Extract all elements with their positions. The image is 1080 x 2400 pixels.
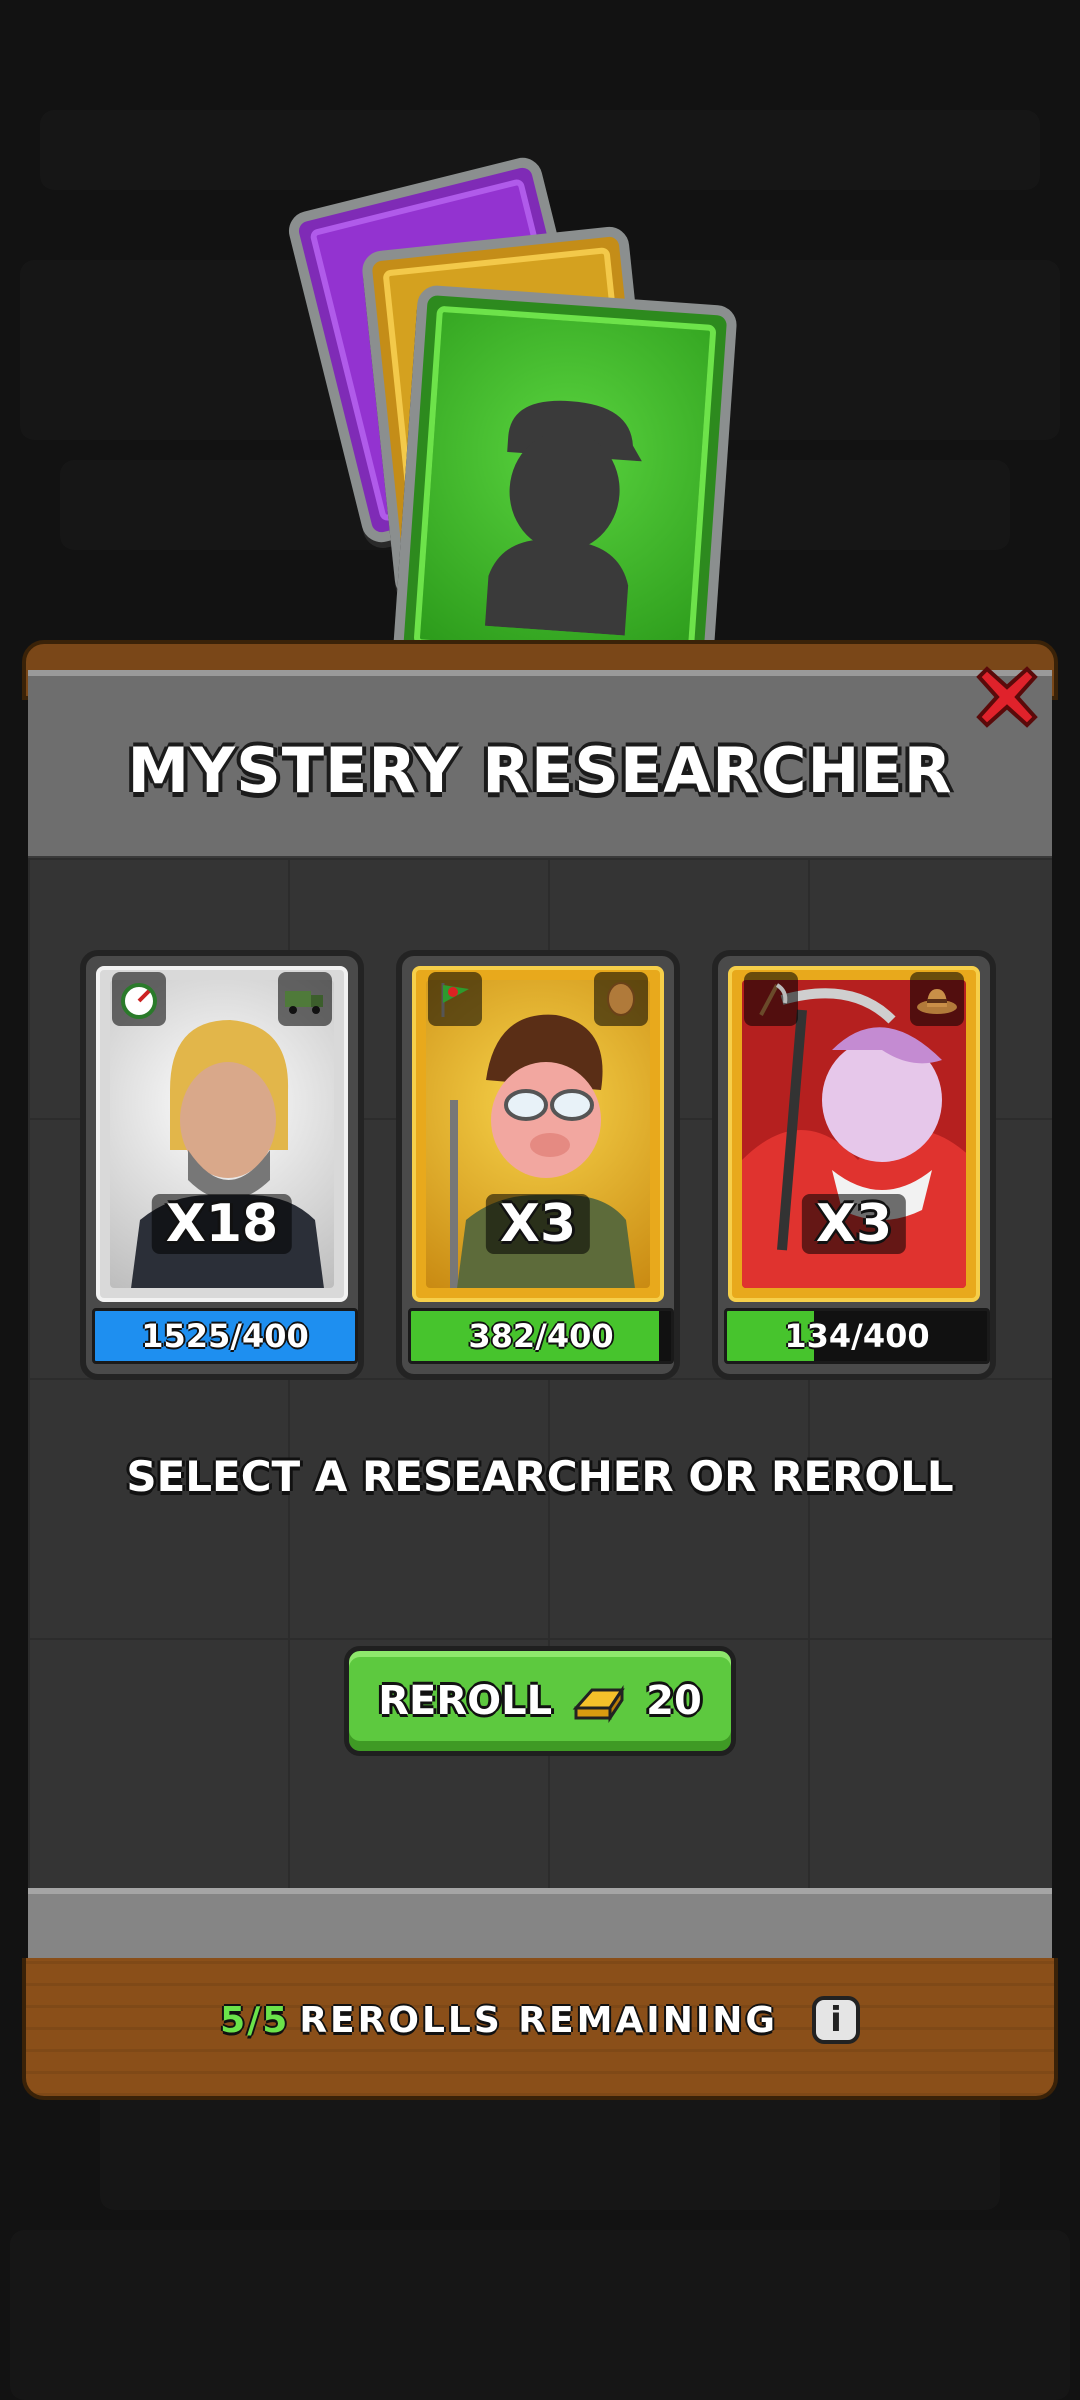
modal-title: MYSTERY RESEARCHER bbox=[127, 734, 953, 807]
rerolls-count: 5/5 bbox=[220, 1999, 290, 2041]
info-button[interactable]: i bbox=[811, 1996, 860, 2044]
researcher-card-1[interactable]: X18 1525/400 bbox=[80, 950, 364, 1380]
researcher-multiplier: X3 bbox=[801, 1194, 907, 1254]
researcher-card-2[interactable]: X3 382/400 bbox=[396, 950, 680, 1380]
researcher-progress-text: 382/400 bbox=[468, 1317, 614, 1355]
researcher-progress-bar: 134/400 bbox=[724, 1308, 990, 1364]
potato-icon bbox=[594, 972, 648, 1026]
info-icon: i bbox=[830, 2000, 842, 2040]
reroll-button[interactable]: REROLL 20 bbox=[344, 1646, 736, 1756]
mystery-researcher-modal: MYSTERY RESEARCHER X18 1525/400 X3 382/4… bbox=[22, 640, 1058, 2100]
rerolls-remaining: 5/5 REROLLS REMAINING i bbox=[22, 1990, 1058, 2050]
researcher-multiplier: X3 bbox=[485, 1194, 591, 1254]
scythe-icon bbox=[744, 972, 798, 1026]
gold-bar-icon bbox=[572, 1685, 625, 1723]
mystery-card-green bbox=[392, 284, 738, 686]
researcher-progress-text: 134/400 bbox=[784, 1317, 930, 1355]
researcher-progress-text: 1525/400 bbox=[141, 1317, 309, 1355]
mystery-silhouette-icon bbox=[484, 400, 642, 636]
researcher-multiplier: X18 bbox=[151, 1194, 293, 1254]
close-icon bbox=[976, 666, 1038, 728]
speedometer-icon bbox=[112, 972, 166, 1026]
supply-truck-icon bbox=[278, 972, 332, 1026]
reroll-label: REROLL bbox=[378, 1678, 553, 1724]
reroll-cost: 20 bbox=[646, 1678, 702, 1724]
researcher-progress-bar: 382/400 bbox=[408, 1308, 674, 1364]
rerolls-label: REROLLS REMAINING bbox=[299, 1999, 778, 2041]
researcher-progress-bar: 1525/400 bbox=[92, 1308, 358, 1364]
close-button[interactable] bbox=[970, 660, 1044, 734]
background-bottom-nav bbox=[10, 2230, 1070, 2400]
flag-icon bbox=[428, 972, 482, 1026]
researcher-card-3[interactable]: X3 134/400 bbox=[712, 950, 996, 1380]
selection-prompt: SELECT A RESEARCHER OR REROLL bbox=[126, 1452, 954, 1501]
straw-hat-icon bbox=[910, 972, 964, 1026]
